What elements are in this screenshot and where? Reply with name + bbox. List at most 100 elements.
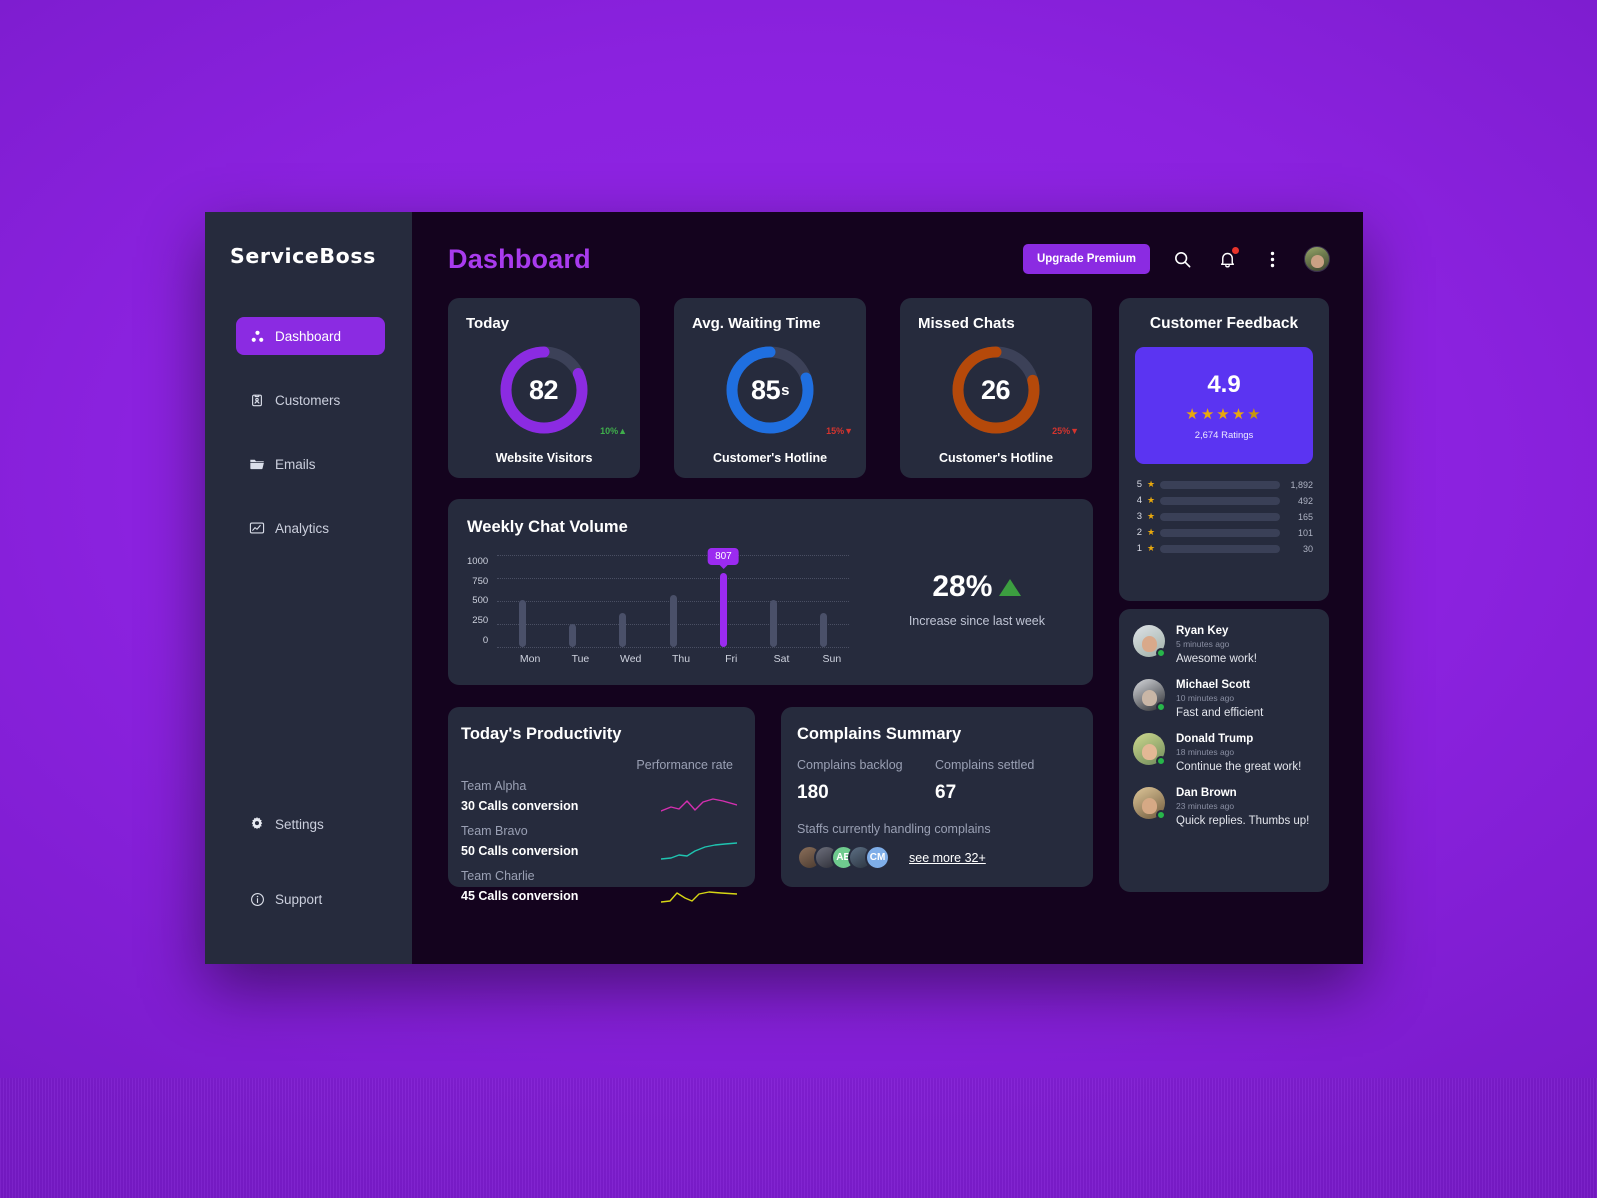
kpi-delta: 25%▼: [1052, 426, 1079, 436]
kpi-title: Avg. Waiting Time: [692, 315, 821, 332]
rating-count: 1,892: [1290, 479, 1313, 490]
kpi-subtitle: Website Visitors: [495, 451, 593, 465]
stat-label: Complains backlog: [797, 758, 903, 772]
calls-conversion-value: 30 Calls conversion: [461, 799, 579, 813]
x-tick: Wed: [620, 653, 642, 665]
x-tick: Thu: [671, 653, 691, 665]
chart-bar-column[interactable]: [799, 555, 849, 647]
chart-tooltip: 807: [708, 548, 739, 569]
comment-body: Ryan Key 5 minutes ago Awesome work!: [1176, 625, 1257, 665]
upgrade-premium-button[interactable]: Upgrade Premium: [1022, 244, 1150, 274]
avatar[interactable]: [1133, 733, 1166, 766]
chart-bar-column[interactable]: [497, 555, 547, 647]
sidebar-item-dashboard[interactable]: Dashboard: [236, 317, 385, 355]
ratings-count: 2,674 Ratings: [1194, 429, 1254, 441]
sidebar-item-label: Customers: [275, 392, 341, 408]
kpi-title: Today: [466, 315, 510, 332]
search-icon[interactable]: [1169, 246, 1195, 272]
comment-item[interactable]: Ryan Key 5 minutes ago Awesome work!: [1133, 625, 1317, 665]
chart-bar-column[interactable]: [547, 555, 597, 647]
y-tick: 0: [482, 634, 489, 646]
comment-item[interactable]: Donald Trump 18 minutes ago Continue the g…: [1133, 733, 1317, 773]
sparkline-chart: [661, 891, 737, 903]
staff-label: Staffs currently handling complains: [797, 822, 991, 836]
rating-count: 30: [1302, 543, 1313, 554]
productivity-headers: Performance rate: [461, 758, 737, 772]
star-icon: ★: [1147, 527, 1156, 537]
kpi-card-today: Today 82 10%▲ Website Visitors: [448, 298, 640, 478]
kpi-title: Missed Chats: [918, 315, 1015, 332]
info-circle-icon: [249, 891, 265, 907]
chart-bar-column[interactable]: 807: [698, 548, 748, 647]
avatar[interactable]: [1133, 787, 1166, 820]
rating-distribution: 5 ★ 1,892 4 ★ 492 3 ★ 165 2 ★ 101 1 ★ 30: [1135, 479, 1313, 554]
feedback-comments-card: Ryan Key 5 minutes ago Awesome work! Michae…: [1119, 609, 1329, 892]
comment-author: Donald Trump: [1176, 733, 1254, 745]
rating-row: 2 ★ 101: [1135, 527, 1313, 538]
notification-badge: [1232, 247, 1239, 254]
staff-row: AB CM see more 32+: [797, 845, 1073, 870]
bell-icon[interactable]: [1214, 246, 1240, 272]
customer-feedback-card: Customer Feedback 4.9 ★★★★★ 2,674 Rating…: [1119, 298, 1329, 601]
chart-bar[interactable]: [569, 624, 577, 647]
avatar-stack: AB CM: [797, 845, 890, 870]
sidebar-item-emails[interactable]: Emails: [236, 445, 385, 483]
x-tick: Sun: [822, 653, 842, 665]
comment-item[interactable]: Michael Scott 10 minutes ago Fast and effi…: [1133, 679, 1317, 719]
see-more-link[interactable]: see more 32+: [909, 851, 986, 865]
kpi-delta: 15%▼: [826, 426, 853, 436]
chart-bar-column[interactable]: [648, 555, 698, 647]
rating-stars-label: 3: [1136, 511, 1142, 522]
chart-bar[interactable]: [518, 600, 526, 647]
comment-body: Donald Trump 18 minutes ago Continue the g…: [1176, 733, 1301, 773]
rating-stars-label: 1: [1136, 543, 1142, 554]
comment-author: Ryan Key: [1176, 625, 1229, 637]
avatar[interactable]: [1133, 625, 1166, 658]
card-title: Today's Productivity: [461, 725, 622, 743]
sidebar-item-analytics[interactable]: Analytics: [236, 509, 385, 547]
chart-title: Weekly Chat Volume: [467, 518, 628, 536]
avatar[interactable]: [1304, 246, 1330, 272]
kpi-value: 82: [528, 374, 559, 405]
gear-icon: [249, 816, 265, 832]
chart-y-axis: 1000 750 500 250 0: [467, 557, 488, 647]
chart-bar[interactable]: [719, 573, 727, 647]
chart-bars: 807: [497, 548, 849, 647]
complains-backlog: Complains backlog 180: [797, 758, 935, 804]
sidebar-item-support[interactable]: Support: [236, 880, 385, 918]
star-rating-icon: ★★★★★: [1185, 405, 1263, 423]
comment-timestamp: 5 minutes ago: [1176, 639, 1230, 649]
sidebar-item-settings[interactable]: Settings: [236, 805, 385, 843]
rating-count: 492: [1297, 495, 1313, 506]
left-column: Today 82 10%▲ Website Visitors Avg. Wait…: [448, 298, 1093, 903]
avatar[interactable]: [1133, 679, 1166, 712]
sidebar-item-label: Analytics: [275, 520, 330, 536]
donut-chart-missed: 26: [946, 340, 1046, 440]
avatar-initials[interactable]: CM: [865, 845, 890, 870]
chart-bar[interactable]: [820, 613, 828, 647]
sidebar-item-customers[interactable]: Customers: [236, 381, 385, 419]
rating-bar-track: [1160, 512, 1280, 521]
chart-bar-column[interactable]: [598, 555, 648, 647]
x-tick: Fri: [725, 653, 738, 665]
comment-author: Dan Brown: [1176, 787, 1237, 799]
folder-icon: [249, 456, 265, 472]
x-tick: Sat: [773, 653, 790, 665]
team-name: Team Bravo: [461, 824, 528, 838]
kebab-menu-icon[interactable]: [1259, 246, 1285, 272]
comment-item[interactable]: Dan Brown 23 minutes ago Quick replies. Th…: [1133, 787, 1317, 827]
chart-bar[interactable]: [619, 613, 627, 647]
clipboard-icon: [249, 392, 265, 408]
comment-text: Fast and efficient: [1176, 707, 1264, 719]
rating-stars-label: 2: [1136, 527, 1142, 538]
chart-bar-column[interactable]: [749, 555, 799, 647]
sparkline-chart: [661, 798, 737, 812]
kpi-card-waiting-time: Avg. Waiting Time 85 s 15%▼ Customer's Ho: [674, 298, 866, 478]
chart-bar[interactable]: [770, 600, 778, 647]
rating-bar-track: [1160, 480, 1280, 489]
rating-bar-track: [1160, 496, 1280, 505]
sidebar-nav-primary: Dashboard Customers Emails Analytics: [205, 317, 412, 547]
chart-bar[interactable]: [669, 595, 677, 647]
comment-text: Awesome work!: [1176, 653, 1257, 665]
kpi-value: 26: [980, 374, 1011, 405]
